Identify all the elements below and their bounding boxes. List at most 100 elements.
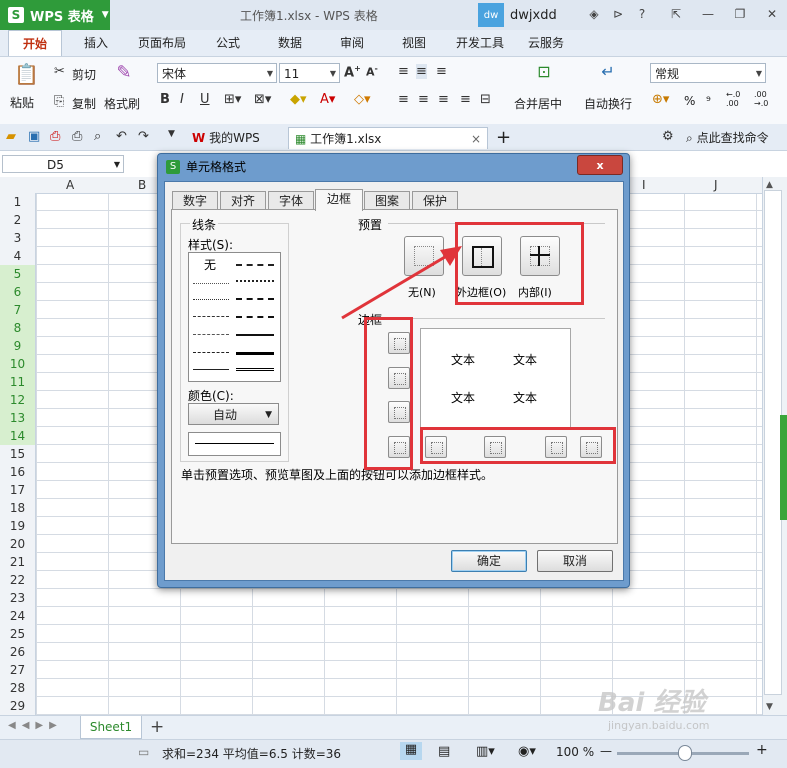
underline-icon[interactable]: U [200, 92, 210, 107]
align-left-icon[interactable]: ≡ [398, 92, 409, 107]
row-header[interactable]: 10 [0, 355, 35, 373]
fullscreen-icon[interactable]: ⇱ [668, 6, 684, 22]
side-panel-handle[interactable] [780, 415, 787, 520]
page-layout-view-icon[interactable]: ▤ [438, 744, 450, 759]
line-style-option[interactable] [236, 334, 274, 336]
row-header[interactable]: 24 [0, 607, 35, 625]
line-style-option[interactable] [193, 283, 229, 284]
line-style-option[interactable] [236, 298, 274, 300]
number-format-select[interactable]: 常规 ▼ [650, 63, 766, 83]
color-dropdown[interactable]: 自动 ▼ [188, 403, 279, 425]
row-header[interactable]: 21 [0, 553, 35, 571]
row-header[interactable]: 19 [0, 517, 35, 535]
font-size-select[interactable]: 11 ▼ [279, 63, 340, 83]
decrease-decimal-button[interactable]: .00 →.0 [754, 90, 778, 108]
line-style-option[interactable] [193, 334, 229, 335]
align-top-icon[interactable]: ≡ [398, 64, 409, 79]
macro-icon[interactable]: ▭ [138, 745, 149, 759]
chevron-down-icon[interactable]: ▼ [168, 129, 175, 139]
redo-icon[interactable]: ↷ [138, 129, 149, 144]
line-style-option[interactable] [193, 352, 229, 353]
line-style-none[interactable]: 无 [204, 256, 217, 273]
fill-color-icon[interactable]: ◆▾ [290, 92, 307, 107]
row-header[interactable]: 2 [0, 211, 35, 229]
paste-icon[interactable]: 📋 [14, 62, 39, 86]
row-header[interactable]: 3 [0, 229, 35, 247]
row-header[interactable]: 20 [0, 535, 35, 553]
new-tab-button[interactable]: + [496, 127, 512, 149]
tab-home[interactable]: 开始 [8, 30, 62, 57]
row-header[interactable]: 11 [0, 373, 35, 391]
command-search[interactable]: ⌕ 点此查找命令 [686, 127, 786, 149]
maximize-icon[interactable]: ❐ [732, 6, 748, 22]
row-header[interactable]: 28 [0, 679, 35, 697]
row-header[interactable]: 1 [0, 193, 35, 211]
clear-format-icon[interactable]: ◇▾ [354, 92, 371, 107]
percent-button[interactable]: % [684, 94, 695, 108]
increase-decimal-button[interactable]: ←.0 .00 [726, 90, 750, 108]
align-right-icon[interactable]: ≡ [438, 92, 449, 107]
border-icon[interactable]: ⊞▾ [224, 92, 241, 107]
line-style-option[interactable] [236, 368, 274, 371]
help-icon[interactable]: ? [634, 6, 650, 22]
sheet-navigation-icons[interactable]: ◀◀▶▶ [8, 720, 63, 731]
close-icon[interactable]: ✕ [764, 6, 780, 22]
column-header[interactable]: J [714, 178, 718, 192]
row-header[interactable]: 22 [0, 571, 35, 589]
comma-button[interactable]: ⁹ [706, 94, 711, 108]
tab-view[interactable]: 视图 [392, 30, 436, 56]
minimize-icon[interactable]: — [700, 6, 716, 22]
tab-alignment[interactable]: 对齐 [220, 191, 266, 210]
row-header[interactable]: 4 [0, 247, 35, 265]
row-header[interactable]: 14 [0, 427, 35, 445]
italic-icon[interactable]: I [180, 92, 184, 107]
distribute-icon[interactable]: ⊟ [480, 92, 491, 107]
close-icon[interactable]: × [471, 128, 481, 150]
tab-page-layout[interactable]: 页面布局 [130, 30, 194, 56]
tab-workbook[interactable]: ▦ 工作簿1.xlsx × [288, 127, 488, 149]
wrap-text-button[interactable]: 自动换行 [584, 95, 632, 112]
ok-button[interactable]: 确定 [451, 550, 527, 572]
skin-icon[interactable]: ◈ [586, 6, 602, 22]
name-box[interactable]: D5 ▼ [2, 155, 124, 173]
tab-formulas[interactable]: 公式 [206, 30, 250, 56]
row-header[interactable]: 7 [0, 301, 35, 319]
line-style-option[interactable] [236, 316, 274, 318]
dialog-close-button[interactable]: x [577, 155, 623, 175]
tab-data[interactable]: 数据 [268, 30, 312, 56]
row-header[interactable]: 18 [0, 499, 35, 517]
reading-mode-icon[interactable]: ◉▾ [518, 744, 536, 759]
app-menu-button[interactable]: S WPS 表格 ▼ [0, 0, 110, 30]
line-style-option[interactable] [236, 280, 274, 282]
justify-icon[interactable]: ≡ [460, 92, 471, 107]
increase-font-icon[interactable]: A+ [344, 64, 361, 80]
column-header[interactable]: I [642, 178, 646, 192]
print-preview-icon[interactable]: ⌕ [94, 129, 101, 144]
row-header[interactable]: 16 [0, 463, 35, 481]
border-preview[interactable] [420, 328, 571, 428]
row-header[interactable]: 5 [0, 265, 35, 283]
tab-border[interactable]: 边框 [315, 189, 363, 211]
line-style-option[interactable] [236, 352, 274, 355]
line-style-option[interactable] [236, 264, 274, 266]
normal-view-icon[interactable]: ▦ [400, 742, 422, 760]
bold-icon[interactable]: B [160, 92, 170, 107]
tab-number[interactable]: 数字 [172, 191, 218, 210]
undo-icon[interactable]: ↶ [116, 129, 127, 144]
user-account[interactable]: dw dwjxdd [478, 3, 584, 27]
row-header[interactable]: 13 [0, 409, 35, 427]
save-icon[interactable]: ▣ [28, 129, 40, 144]
align-middle-icon[interactable]: ≡ [416, 64, 427, 79]
sheet-tab[interactable]: Sheet1 [80, 716, 142, 739]
tab-insert[interactable]: 插入 [74, 30, 118, 56]
row-header[interactable]: 9 [0, 337, 35, 355]
scroll-up-icon[interactable]: ▲ [766, 180, 773, 190]
share-icon[interactable]: ⊳ [610, 6, 626, 22]
line-style-option[interactable] [193, 369, 229, 370]
tab-my-wps[interactable]: W 我的WPS [192, 127, 284, 149]
row-header[interactable]: 23 [0, 589, 35, 607]
font-name-select[interactable]: 宋体 ▼ [157, 63, 277, 83]
row-header[interactable]: 29 [0, 697, 35, 715]
line-style-option[interactable] [193, 316, 229, 317]
tab-protection[interactable]: 保护 [412, 191, 458, 210]
